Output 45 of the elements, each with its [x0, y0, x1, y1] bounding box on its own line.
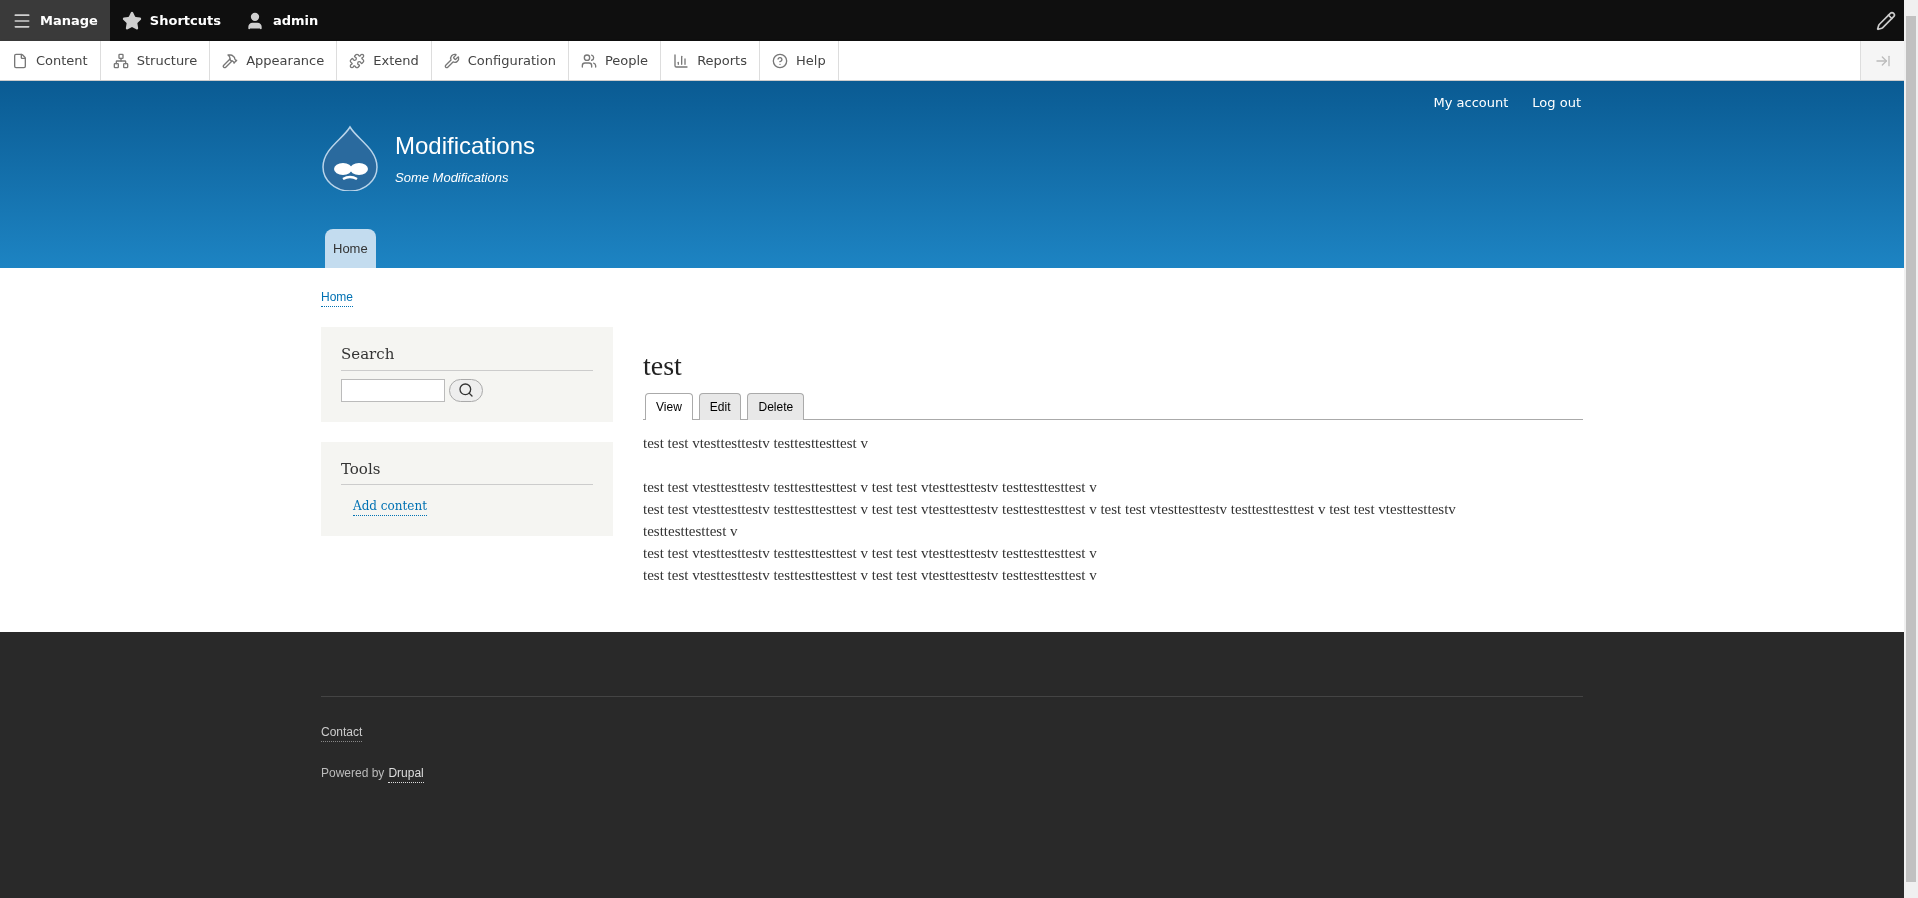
puzzle-icon — [349, 52, 366, 69]
block-title: Search — [341, 343, 593, 371]
site-name[interactable]: Modifications — [395, 127, 536, 164]
toolbar-tab[interactable]: Shortcuts — [109, 0, 233, 41]
powered-by-text: Powered by — [321, 765, 385, 782]
admin-menu-item[interactable]: People — [568, 41, 662, 80]
tools-link[interactable]: Add content — [353, 497, 427, 516]
admin-menu-item[interactable]: Extend — [337, 41, 432, 80]
drupal-link[interactable]: Drupal — [388, 764, 424, 783]
page-tab[interactable]: View — [645, 393, 693, 420]
search-field[interactable] — [341, 378, 445, 402]
collapse-toolbar-button[interactable] — [1860, 41, 1904, 80]
toolbar-tab[interactable]: admin — [232, 0, 331, 41]
account-link[interactable]: My account — [1433, 93, 1509, 113]
search-button[interactable] — [449, 378, 483, 402]
page-tab[interactable]: Edit — [698, 393, 742, 420]
admin-menu-item[interactable]: Content — [0, 41, 101, 80]
admin-menu-item[interactable]: Configuration — [431, 41, 569, 80]
body-paragraph: test test vtesttesttestv testtesttesttest v test test vtesttesttestv testtesttesttest v test test vtesttesttestv testtesttesttest v test test vtesttesttestv testtesttesttest v test test vtesttesttestv testtesttesttest v test test vtesttesttestv testtesttesttest v test test vtesttesttestv testtesttesttest v test test vtesttesttestv testtesttesttest v test test vtesttesttestv testtesttesttest v test test vtesttesttestv testtesttesttest v — [643, 478, 1457, 585]
admin-menu-item[interactable]: Structure — [100, 41, 211, 80]
page-tab[interactable]: Delete — [747, 393, 805, 420]
page-title: test — [643, 349, 683, 383]
drop-logo-icon — [321, 124, 379, 191]
pencil-icon[interactable] — [1876, 10, 1896, 31]
toolbar-tab[interactable]: Manage — [0, 0, 110, 41]
admin-menu-item[interactable]: Appearance — [210, 41, 338, 80]
people-icon — [580, 52, 597, 69]
bar-chart-icon — [673, 52, 690, 69]
footer-link[interactable]: Contact — [321, 723, 363, 742]
search-icon — [458, 382, 474, 398]
admin-menu-item[interactable]: Help — [760, 41, 839, 80]
help-icon — [772, 52, 788, 69]
breadcrumb-link[interactable]: Home — [321, 288, 353, 307]
admin-menu-item[interactable]: Reports — [661, 41, 760, 80]
star-icon — [121, 10, 142, 31]
document-icon — [12, 52, 28, 69]
hammer-icon — [222, 52, 239, 69]
wrench-icon — [443, 52, 460, 69]
account-link[interactable]: Log out — [1532, 93, 1581, 113]
block-title: Tools — [341, 457, 593, 485]
scrollbar[interactable] — [1904, 0, 1918, 898]
hierarchy-icon — [112, 52, 129, 69]
nav-tab[interactable]: Home — [325, 228, 376, 268]
site-slogan: Some Modifications — [395, 168, 510, 187]
body-paragraph: test test vtesttesttestv testtesttesttest v — [643, 434, 869, 453]
